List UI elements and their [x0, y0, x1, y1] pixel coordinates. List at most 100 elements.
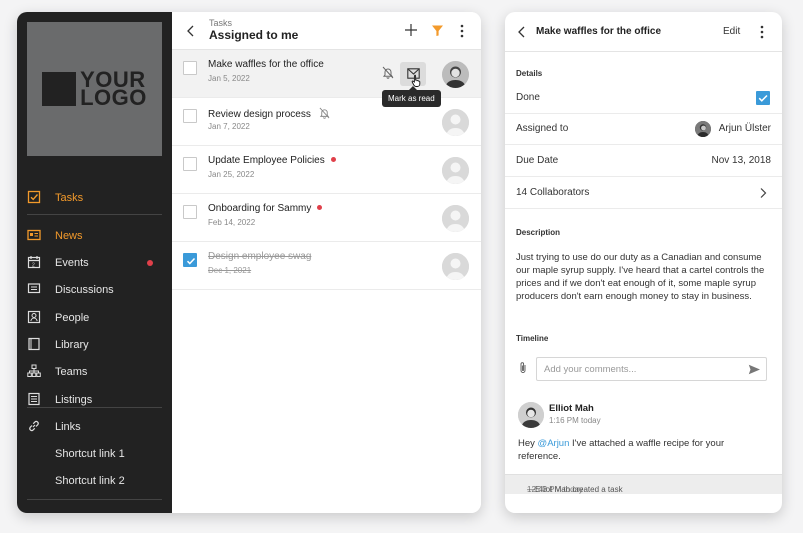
due-date-row[interactable]: Due Date Nov 13, 2018 [505, 145, 782, 177]
divider [27, 407, 162, 408]
logo-square [42, 72, 77, 106]
avatar [442, 109, 469, 136]
assignee-avatar [695, 121, 711, 137]
check-icon [186, 257, 196, 265]
task-checkbox[interactable] [183, 109, 197, 123]
mark-as-read-button[interactable] [400, 62, 426, 87]
task-title: Review design process [208, 107, 330, 120]
page-title: Assigned to me [209, 28, 299, 42]
logo-mark: YOUR LOGO [42, 69, 147, 110]
sidebar-item-teams[interactable]: Teams [17, 361, 172, 383]
due-date-label: Due Date [516, 155, 559, 166]
unread-dot [317, 205, 323, 210]
task-checkbox-checked[interactable] [183, 253, 197, 267]
collaborators-row[interactable]: 14 Collaborators [505, 177, 782, 209]
task-checkbox[interactable] [183, 61, 197, 75]
mention-link[interactable]: @Arjun [538, 438, 570, 449]
back-arrow-icon[interactable] [517, 25, 527, 39]
task-row[interactable]: Update Employee Policies Jan 25, 2022 [172, 146, 481, 194]
logo[interactable]: YOUR LOGO [27, 22, 162, 156]
commenter-avatar [518, 402, 544, 428]
avatar [442, 205, 469, 232]
task-checkbox[interactable] [183, 205, 197, 219]
details-heading: Details [516, 69, 543, 78]
task-date: Feb 14, 2022 [208, 218, 256, 227]
logo-text: YOUR LOGO [80, 69, 147, 110]
logo-line-2: LOGO [80, 85, 147, 110]
task-title-text: Review design process [208, 109, 311, 120]
activity-text: —Elliot Mah created a task [527, 485, 623, 494]
comment-time: 1:16 PM today [549, 416, 601, 425]
person-photo-icon [442, 61, 469, 88]
task-list-header: Tasks Assigned to me [172, 12, 481, 50]
sidebar-item-label: Tasks [55, 192, 84, 204]
teams-icon [27, 364, 41, 377]
task-detail-panel: Make waffles for the office Edit Details… [505, 12, 782, 513]
assigned-row[interactable]: Assigned to Arjun Ülster [505, 113, 782, 145]
task-row[interactable]: Onboarding for Sammy Feb 14, 2022 [172, 194, 481, 242]
comment-input[interactable] [544, 362, 739, 377]
bell-off-icon [319, 107, 330, 119]
due-date-value: Nov 13, 2018 [711, 155, 772, 166]
task-date: Dec 1, 2021 [208, 266, 252, 275]
sidebar-item-label: Links [55, 421, 81, 433]
default-avatar-icon [442, 157, 469, 184]
edit-button[interactable]: Edit [723, 26, 740, 37]
sidebar-item-discussions[interactable]: Discussions [17, 279, 172, 301]
done-label: Done [516, 92, 540, 103]
news-icon [27, 229, 41, 241]
comment-author: Elliot Mah [549, 403, 594, 414]
sidebar-item-label: Teams [55, 366, 88, 378]
sidebar-item-label: News [55, 230, 83, 242]
link-icon [29, 420, 39, 432]
shortcut-link-1[interactable]: Shortcut link 1 [55, 448, 125, 460]
sidebar-item-tasks[interactable]: Tasks [17, 187, 172, 209]
assignee-name: Arjun Ülster [718, 123, 771, 134]
person-photo-icon [518, 402, 544, 428]
shortcut-link-2[interactable]: Shortcut link 2 [55, 475, 125, 487]
task-row[interactable]: Design employee swag Dec 1, 2021 [172, 242, 481, 290]
done-checkbox[interactable] [756, 91, 770, 105]
description-heading: Description [516, 228, 561, 237]
avatar [442, 157, 469, 184]
task-title-text: Onboarding for Sammy [208, 203, 312, 214]
add-icon[interactable] [404, 23, 418, 37]
sidebar: YOUR LOGO Tasks News 2 Events Discussion… [17, 12, 172, 513]
sidebar-item-news[interactable]: News [17, 225, 172, 247]
paperclip-icon[interactable] [519, 361, 527, 374]
unread-dot [330, 157, 336, 162]
comment-prefix: Hey [518, 438, 538, 449]
calendar-icon: 2 [27, 256, 41, 268]
more-vertical-icon[interactable] [759, 25, 765, 39]
sidebar-item-label: People [55, 312, 90, 324]
comment-body: Hey @Arjun I've attached a waffle recipe… [518, 437, 768, 463]
bell-off-icon[interactable] [382, 66, 394, 79]
sidebar-item-library[interactable]: Library [17, 334, 172, 356]
description-text: Just trying to use do our duty as a Cana… [516, 252, 765, 302]
default-avatar-icon [442, 109, 469, 136]
sidebar-item-label: Listings [55, 394, 93, 406]
default-avatar-icon [442, 253, 469, 280]
checkbox-icon [27, 190, 41, 204]
task-title-text: Update Employee Policies [208, 155, 325, 166]
more-vertical-icon[interactable] [459, 24, 465, 38]
task-title: Onboarding for Sammy [208, 203, 323, 214]
send-icon[interactable] [748, 364, 761, 375]
sidebar-item-label: Library [55, 339, 89, 351]
sidebar-item-label: Events [55, 257, 89, 269]
filter-icon[interactable] [431, 24, 444, 37]
divider [27, 499, 162, 500]
task-checkbox[interactable] [183, 157, 197, 171]
comment-box [536, 357, 767, 381]
person-icon [27, 310, 41, 324]
divider [27, 214, 162, 215]
tasks-panel: YOUR LOGO Tasks News 2 Events Discussion… [17, 12, 481, 513]
back-arrow-icon[interactable] [186, 24, 196, 38]
breadcrumb: Tasks [209, 18, 233, 28]
sidebar-item-people[interactable]: People [17, 307, 172, 329]
task-title: Make waffles for the office [208, 59, 324, 70]
task-date: Jan 5, 2022 [208, 74, 250, 83]
sidebar-item-links[interactable]: Links [17, 416, 172, 438]
sidebar-item-events[interactable]: 2 Events [17, 252, 172, 274]
avatar [442, 61, 469, 88]
